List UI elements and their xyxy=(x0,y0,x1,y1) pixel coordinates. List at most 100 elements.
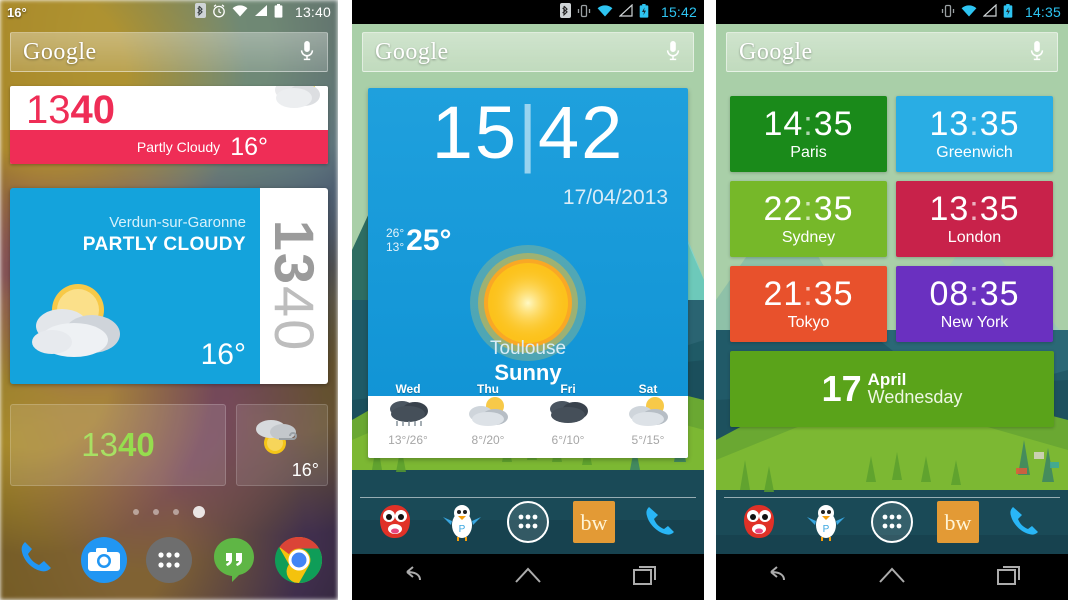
forecast-high: 26° xyxy=(386,226,405,241)
recents-icon[interactable] xyxy=(994,564,1024,591)
svg-text:P: P xyxy=(458,524,465,535)
google-logo-1: Google xyxy=(23,39,97,65)
current-temperature: 25° xyxy=(406,224,452,257)
clock-tile-label: Paris xyxy=(790,143,827,161)
hangouts-icon[interactable] xyxy=(208,534,260,586)
big-widget-hours: 15 xyxy=(431,91,518,174)
blue-widget-side-clock: 1340 xyxy=(260,188,328,384)
status-temperature: 16° xyxy=(7,4,27,20)
side-clock-minutes: 40 xyxy=(263,286,326,353)
date-tile-day: 17 xyxy=(821,368,862,409)
side-clock-hours: 13 xyxy=(263,219,326,286)
status-icons-1: 13:40 xyxy=(194,3,331,21)
status-clock-2: 15:42 xyxy=(660,4,697,20)
date-tile-month: April xyxy=(867,369,907,389)
pink-clock-weather-widget[interactable]: 1340 Partly Cloudy 16° xyxy=(10,86,328,164)
forecast-low: 13° xyxy=(386,240,405,254)
screenshot-stage: 16° 13:40 Google 1340 Partly Cloudy 16° … xyxy=(0,0,1068,600)
bird-app-icon[interactable]: P xyxy=(439,499,485,545)
microphone-icon[interactable] xyxy=(299,40,315,64)
battery-charging-icon xyxy=(1003,3,1013,21)
google-search-bar-1[interactable]: Google xyxy=(10,32,328,72)
forecast-day-name: Wed xyxy=(395,382,421,396)
app-drawer-icon[interactable] xyxy=(869,499,915,545)
status-clock-1: 13:40 xyxy=(294,4,331,20)
forecast-temps: 6°/10° xyxy=(551,433,585,447)
glass-clock-widget[interactable]: 1340 xyxy=(10,404,226,486)
vibrate-icon xyxy=(577,4,591,21)
date-tile-weekday: Wednesday xyxy=(867,387,963,408)
page-dot[interactable] xyxy=(133,509,139,515)
clock-tile-time: 13:35 xyxy=(929,104,1020,143)
alarm-icon xyxy=(212,3,226,21)
phone-panel-3: 14:35 Google 14:35 Paris 13:35 Greenwich… xyxy=(716,0,1068,600)
blue-widget-condition: PARTLY CLOUDY xyxy=(82,234,246,255)
bw-app-icon[interactable]: bw xyxy=(935,499,981,545)
big-weather-clock-widget[interactable]: 15|42 17/04/2013 26° 13° 25° Toulouse Su… xyxy=(368,88,688,458)
forecast-day-name: Thu xyxy=(477,382,499,396)
page-dot-active[interactable] xyxy=(193,506,205,518)
app-drawer-icon[interactable] xyxy=(143,534,195,586)
phone-icon[interactable] xyxy=(13,534,65,586)
microphone-icon[interactable] xyxy=(1029,40,1045,64)
status-icons-2: 15:42 xyxy=(559,3,697,21)
page-dot[interactable] xyxy=(153,509,159,515)
side-clock-digits: 1340 xyxy=(263,220,326,353)
dock-3: P bw xyxy=(716,490,1068,554)
camera-icon[interactable] xyxy=(78,534,130,586)
google-search-bar-3[interactable]: Google xyxy=(726,32,1058,72)
bw-app-icon[interactable]: bw xyxy=(571,499,617,545)
forecast-day-name: Fri xyxy=(560,382,576,396)
clock-tile-new-york[interactable]: 08:35 New York xyxy=(896,266,1053,342)
phone-icon[interactable] xyxy=(638,499,684,545)
pink-widget-time: 1340 xyxy=(26,88,115,132)
clock-tile-paris[interactable]: 14:35 Paris xyxy=(730,96,887,172)
glass-clock-time: 1340 xyxy=(81,426,154,464)
clock-tile-label: New York xyxy=(940,313,1009,331)
big-widget-highlow: 26° 13° 25° xyxy=(386,224,452,258)
google-search-bar-2[interactable]: Google xyxy=(362,32,694,72)
blue-widget-city: Verdun-sur-Garonne xyxy=(109,214,246,231)
partly-cloudy-icon xyxy=(625,397,671,434)
home-icon[interactable] xyxy=(513,564,543,591)
panel-gap-1 xyxy=(338,0,352,600)
clock-tile-london[interactable]: 13:35 London xyxy=(896,181,1053,257)
cloud-icon xyxy=(545,401,591,434)
pink-widget-condition: Partly Cloudy xyxy=(136,139,221,155)
date-tile[interactable]: 17 April Wednesday xyxy=(730,351,1054,427)
wifi-icon xyxy=(961,4,977,20)
phone-icon[interactable] xyxy=(1002,499,1048,545)
clock-tile-greenwich[interactable]: 13:35 Greenwich xyxy=(896,96,1053,172)
blue-weather-clock-widget[interactable]: Verdun-sur-Garonne PARTLY CLOUDY 16° 134… xyxy=(10,188,328,384)
monster-app-icon[interactable] xyxy=(372,499,418,545)
clock-tile-tokyo[interactable]: 21:35 Tokyo xyxy=(730,266,887,342)
home-icon[interactable] xyxy=(877,564,907,591)
sun-behind-cloud-icon xyxy=(22,270,140,370)
forecast-day-name: Sat xyxy=(638,382,658,396)
big-widget-city: Toulouse xyxy=(489,338,567,359)
recents-icon[interactable] xyxy=(630,564,660,591)
time-separator: | xyxy=(518,91,540,174)
app-drawer-icon[interactable] xyxy=(505,499,551,545)
microphone-icon[interactable] xyxy=(665,40,681,64)
bluetooth-icon xyxy=(194,3,206,21)
clock-tile-label: Sydney xyxy=(781,228,836,246)
pink-widget-minutes: 40 xyxy=(70,88,116,132)
highlow-stack: 26° 13° xyxy=(386,226,405,255)
glass-weather-widget[interactable]: 16° xyxy=(236,404,328,486)
clock-tile-sydney[interactable]: 22:35 Sydney xyxy=(730,181,887,257)
signal-icon xyxy=(618,3,633,20)
dock-2: P bw xyxy=(352,490,704,554)
rain-icon xyxy=(385,401,431,434)
back-icon[interactable] xyxy=(396,564,426,591)
forecast-day: Thu 8°/20° xyxy=(448,382,528,458)
forecast-temps: 13°/26° xyxy=(388,433,428,447)
back-icon[interactable] xyxy=(760,564,790,591)
pink-widget-hours: 13 xyxy=(26,88,71,132)
bird-app-icon[interactable]: P xyxy=(803,499,849,545)
forecast-day: Sat 5°/15° xyxy=(608,382,688,458)
monster-app-icon[interactable] xyxy=(736,499,782,545)
forecast-temps: 8°/20° xyxy=(471,433,505,447)
page-dot[interactable] xyxy=(173,509,179,515)
chrome-icon[interactable] xyxy=(273,534,325,586)
